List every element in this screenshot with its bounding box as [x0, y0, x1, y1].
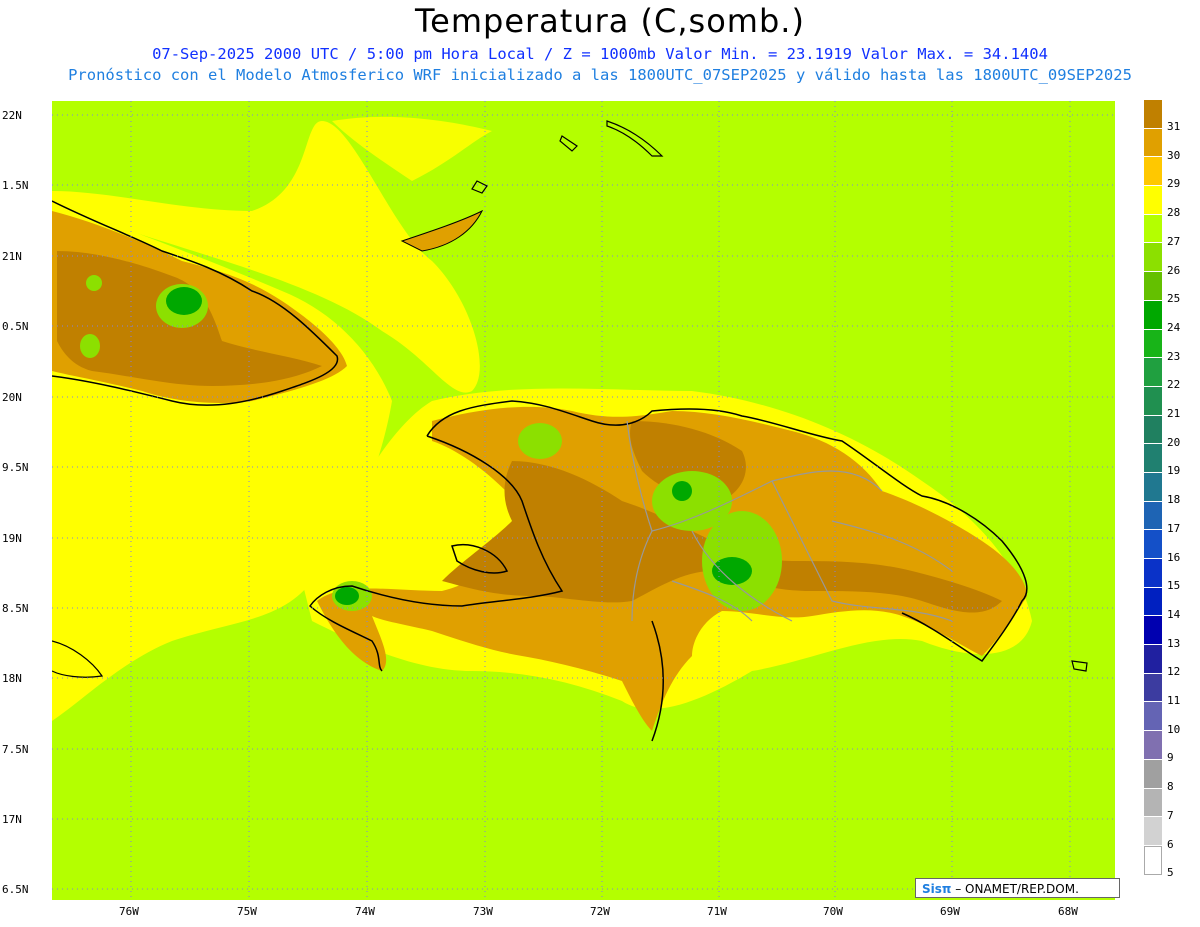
colorbar-swatch: [1144, 300, 1162, 330]
lon-label: 68W: [1058, 905, 1078, 918]
colorbar-swatch: [1144, 501, 1162, 531]
colorbar-label: 21: [1167, 407, 1181, 420]
colorbar-swatch: [1144, 186, 1162, 215]
colorbar-swatch: [1144, 358, 1162, 387]
lat-label: 20N: [2, 391, 22, 404]
colorbar-swatch: [1144, 128, 1162, 158]
lon-label: 72W: [590, 905, 610, 918]
colorbar-swatch: [1144, 444, 1162, 473]
colorbar-swatch: [1144, 645, 1162, 674]
colorbar-swatch: [1144, 845, 1162, 875]
lon-label: 75W: [237, 905, 257, 918]
colorbar-label: 23: [1167, 349, 1181, 363]
colorbar-swatch: [1144, 472, 1162, 502]
colorbar-swatch: [1144, 817, 1162, 846]
lat-label: 8.5N: [2, 602, 29, 615]
colorbar-label: 19: [1167, 464, 1181, 478]
colorbar-label: 9: [1167, 751, 1174, 765]
colorbar-label: 11: [1167, 694, 1181, 707]
colorbar-label: 24: [1167, 320, 1181, 334]
lat-label: 7.5N: [2, 743, 29, 756]
lat-label: 0.5N: [2, 320, 29, 333]
colorbar-swatch: [1144, 272, 1162, 301]
lat-label: 17N: [2, 813, 22, 826]
lat-label: 9.5N: [2, 461, 29, 474]
map-title: Temperatura (C,somb.): [415, 2, 805, 40]
lon-label: 69W: [940, 905, 960, 918]
colorbar-swatch: [1144, 329, 1162, 359]
colorbar-swatch: [1144, 243, 1162, 273]
colorbar-label: 28: [1167, 206, 1181, 220]
colorbar-label: 25: [1167, 292, 1181, 306]
colorbar-swatch: [1144, 702, 1162, 732]
colorbar-swatch: [1144, 386, 1162, 416]
lat-label: 18N: [2, 672, 22, 685]
lon-label: 74W: [355, 905, 375, 918]
colorbar-label: 7: [1167, 808, 1174, 822]
lon-label: 71W: [707, 905, 727, 918]
colorbar-label: 26: [1167, 263, 1181, 277]
colorbar-swatch: [1144, 157, 1162, 187]
credit-box: Sisπ – ONAMET/REP.DOM.: [915, 878, 1120, 898]
colorbar-label: 12: [1167, 665, 1181, 679]
colorbar-label: 31: [1167, 120, 1181, 133]
colorbar-label: 6: [1167, 837, 1174, 851]
colorbar-swatch: [1144, 759, 1162, 789]
lat-label: 19N: [2, 532, 22, 545]
colorbar-label: 16: [1167, 550, 1181, 564]
colorbar-swatch: [1144, 530, 1162, 559]
colorbar-swatch: [1144, 673, 1162, 703]
lat-label: 1.5N: [2, 179, 29, 192]
colorbar-label: 18: [1167, 493, 1181, 507]
colorbar-swatch: [1144, 415, 1162, 445]
colorbar-label: 17: [1167, 521, 1181, 535]
colorbar-label: 14: [1167, 607, 1181, 621]
colorbar-label: 10: [1167, 722, 1181, 736]
colorbar: [1144, 100, 1162, 875]
colorbar-swatch: [1144, 214, 1162, 244]
colorbar-label: 5: [1167, 866, 1174, 880]
lat-label: 21N: [2, 250, 22, 263]
colorbar-swatch: [1144, 788, 1162, 818]
lon-label: 73W: [473, 905, 493, 918]
colorbar-label: 20: [1167, 435, 1181, 449]
lon-label: 76W: [119, 905, 139, 918]
colorbar-label: 27: [1167, 234, 1181, 248]
lat-label: 6.5N: [2, 883, 29, 896]
lon-label: 70W: [823, 905, 843, 918]
temperature-map: [52, 101, 1115, 900]
lat-label: 22N: [2, 109, 22, 122]
subtitle-time-range: 07-Sep-2025 2000 UTC / 5:00 pm Hora Loca…: [152, 45, 1048, 63]
colorbar-label: 22: [1167, 378, 1181, 392]
colorbar-label: 30: [1167, 148, 1181, 162]
subtitle-model-info: Pronóstico con el Modelo Atmosferico WRF…: [68, 66, 1132, 84]
colorbar-label: 29: [1167, 177, 1181, 191]
credit-text: – ONAMET/REP.DOM.: [951, 882, 1079, 896]
colorbar-swatch: [1144, 731, 1162, 760]
colorbar-label: 8: [1167, 780, 1174, 794]
colorbar-swatch: [1144, 616, 1162, 646]
colorbar-swatch: [1144, 559, 1162, 588]
colorbar-swatch: [1144, 100, 1162, 129]
colorbar-label: 15: [1167, 579, 1181, 593]
sispi-logo: Sisπ: [922, 882, 952, 896]
colorbar-swatch: [1144, 587, 1162, 617]
colorbar-label: 13: [1167, 636, 1181, 650]
